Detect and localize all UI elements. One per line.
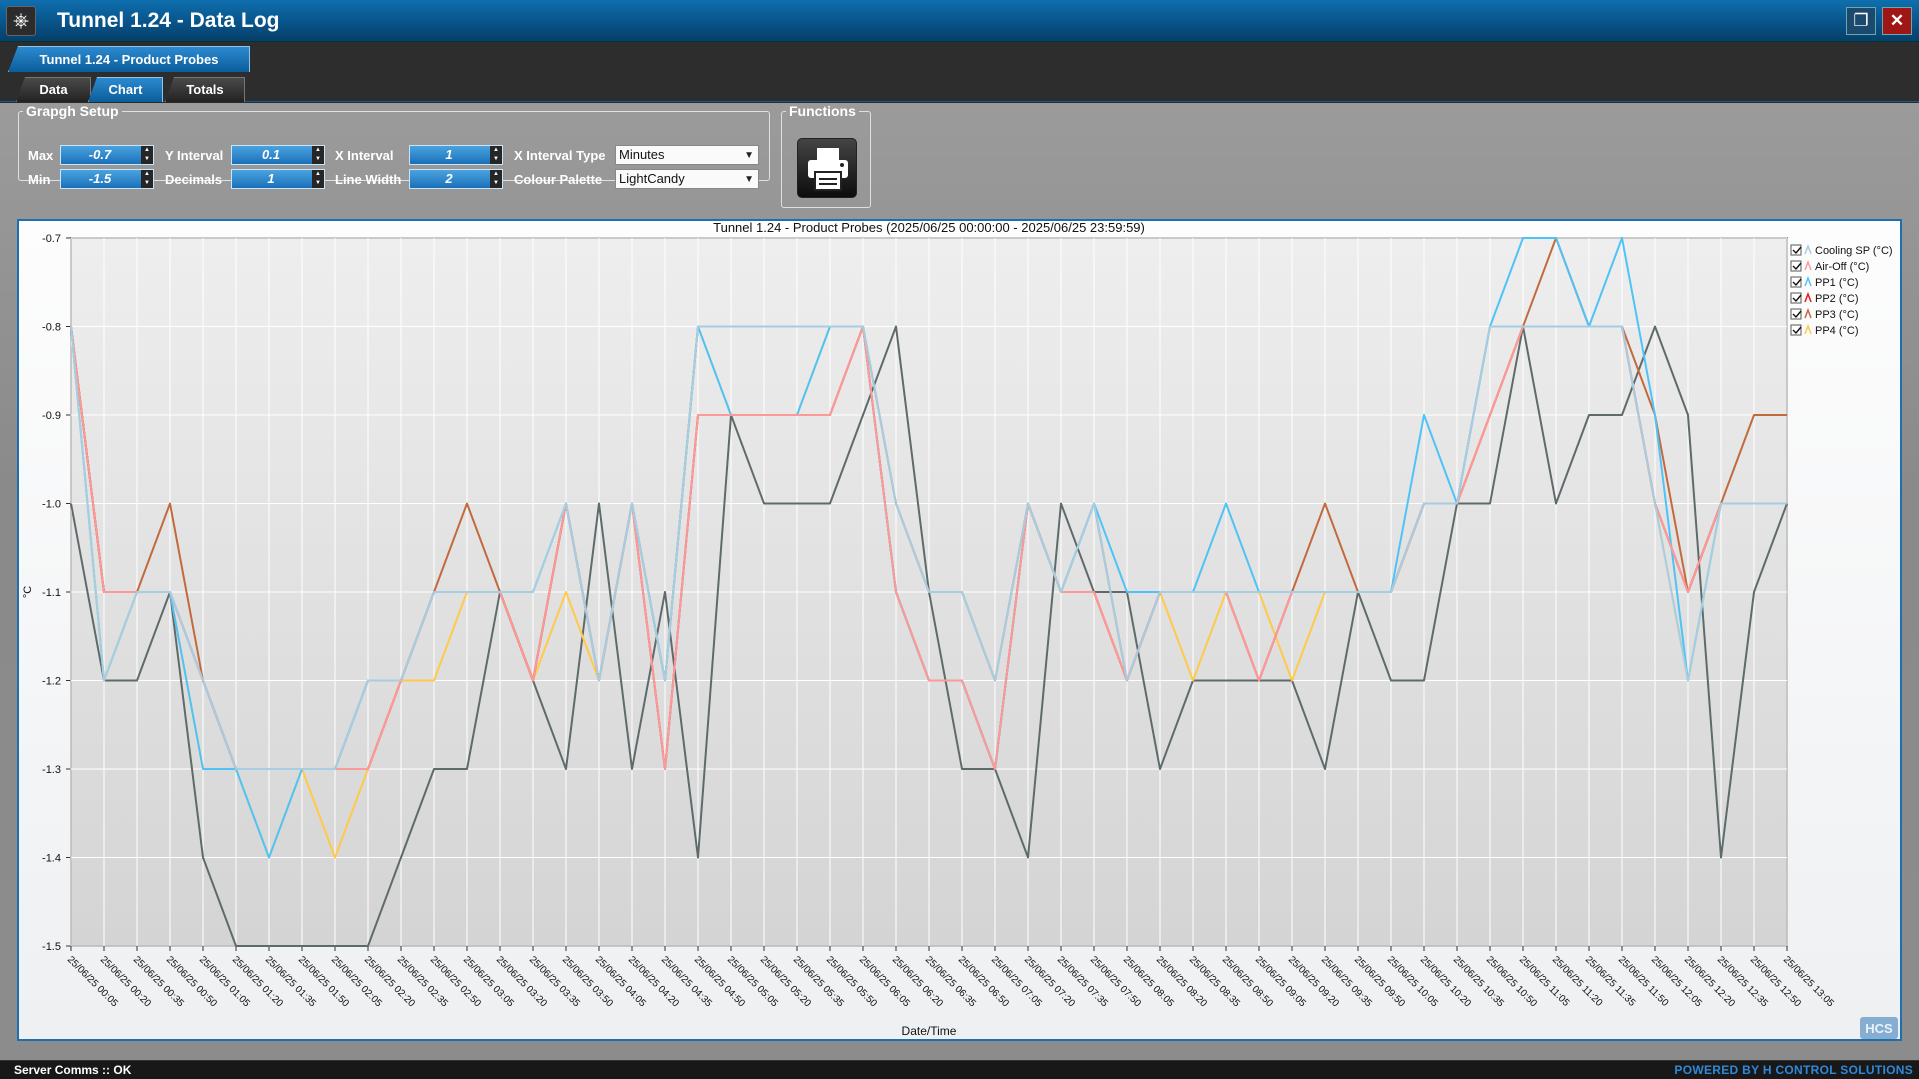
- tab-product-probes[interactable]: Tunnel 1.24 - Product Probes: [8, 46, 250, 72]
- status-bar: Server Comms :: OK POWERED BY H CONTROL …: [0, 1060, 1919, 1079]
- server-status-text: Server Comms :: OK: [14, 1063, 132, 1077]
- legend-label: PP3 (°C): [1815, 309, 1859, 321]
- y-tick-label: -1.5: [42, 941, 61, 953]
- restore-window-button[interactable]: ❐: [1846, 7, 1876, 35]
- legend-label: PP1 (°C): [1815, 277, 1859, 289]
- spinner-arrows-icon[interactable]: ▲ ▼: [490, 146, 502, 164]
- min-value: -1.5: [88, 171, 112, 186]
- dropdown-arrow-icon: ▼: [744, 150, 754, 161]
- sub-tab-bar: Data Chart Totals: [0, 72, 1919, 102]
- spinner-arrows-icon[interactable]: ▲ ▼: [490, 170, 502, 188]
- max-value: -0.7: [88, 147, 112, 162]
- x-interval-type-label: X Interval Type: [514, 148, 606, 163]
- y-interval-label: Y Interval: [165, 148, 224, 163]
- x-interval-type-value: Minutes: [619, 147, 665, 162]
- y-axis-label: °C: [22, 586, 34, 598]
- spinner-arrows-icon[interactable]: ▲ ▼: [141, 146, 153, 164]
- powered-by-text: POWERED BY H CONTROL SOLUTIONS: [1674, 1063, 1913, 1077]
- graph-setup-legend: Grapgh Setup: [26, 103, 119, 119]
- spinner-arrows-icon[interactable]: ▲ ▼: [141, 170, 153, 188]
- legend-label: Cooling SP (°C): [1815, 245, 1893, 257]
- line-width-spinner[interactable]: 2 ▲ ▼: [409, 169, 503, 189]
- y-tick-label: -0.9: [42, 410, 61, 422]
- colour-palette-value: LightCandy: [619, 171, 685, 186]
- chart-panel: Tunnel 1.24 - Product Probes (2025/06/25…: [17, 219, 1902, 1041]
- top-tab-bar: Tunnel 1.24 - Product Probes: [0, 42, 1919, 72]
- decimals-value: 1: [267, 171, 275, 186]
- legend-swatch: [1804, 323, 1812, 335]
- legend-label: Air-Off (°C): [1815, 261, 1869, 273]
- line-width-value: 2: [445, 171, 453, 186]
- colour-palette-label: Colour Palette: [514, 172, 603, 187]
- legend-swatch: [1804, 259, 1812, 271]
- x-interval-value: 1: [445, 147, 453, 162]
- x-interval-label: X Interval: [335, 148, 394, 163]
- y-interval-value: 0.1: [261, 147, 281, 162]
- hcs-logo-text: HCS: [1865, 1021, 1893, 1036]
- y-tick-label: -1.2: [42, 676, 61, 688]
- chart-title: Tunnel 1.24 - Product Probes (2025/06/25…: [713, 221, 1145, 235]
- x-interval-type-select[interactable]: Minutes ▼: [615, 145, 759, 165]
- tab-totals[interactable]: Totals: [165, 77, 245, 102]
- dropdown-arrow-icon: ▼: [744, 174, 754, 185]
- y-tick-label: -1.4: [42, 853, 61, 865]
- printer-icon: [808, 148, 848, 191]
- x-axis-label: Date/Time: [902, 1024, 957, 1038]
- app-logo-icon: ⎈: [6, 6, 36, 36]
- y-interval-spinner[interactable]: 0.1 ▲ ▼: [231, 145, 325, 165]
- y-tick-label: -1.1: [42, 587, 61, 599]
- line-chart: Tunnel 1.24 - Product Probes (2025/06/25…: [22, 221, 1898, 1039]
- max-label: Max: [28, 148, 54, 163]
- max-spinner[interactable]: -0.7 ▲ ▼: [60, 145, 154, 165]
- legend-swatch: [1804, 243, 1812, 255]
- legend-label: PP2 (°C): [1815, 293, 1859, 305]
- print-button[interactable]: [797, 138, 857, 198]
- legend-swatch: [1804, 307, 1812, 319]
- min-spinner[interactable]: -1.5 ▲ ▼: [60, 169, 154, 189]
- title-bar: ⎈ Tunnel 1.24 - Data Log ❐ ✕: [0, 0, 1919, 42]
- y-tick-label: -0.8: [42, 322, 61, 334]
- y-tick-label: -1.3: [42, 764, 61, 776]
- min-label: Min: [28, 172, 51, 187]
- functions-legend: Functions: [789, 103, 856, 119]
- x-interval-spinner[interactable]: 1 ▲ ▼: [409, 145, 503, 165]
- close-window-button[interactable]: ✕: [1882, 7, 1912, 35]
- tab-chart[interactable]: Chart: [88, 77, 163, 102]
- line-width-label: Line Width: [335, 172, 402, 187]
- legend-label: PP4 (°C): [1815, 325, 1859, 337]
- y-tick-label: -0.7: [42, 233, 61, 245]
- legend-swatch: [1804, 275, 1812, 287]
- window-title: Tunnel 1.24 - Data Log: [57, 9, 280, 32]
- colour-palette-select[interactable]: LightCandy ▼: [615, 169, 759, 189]
- decimals-label: Decimals: [165, 172, 223, 187]
- legend-swatch: [1804, 291, 1812, 303]
- tab-data[interactable]: Data: [16, 77, 91, 102]
- y-tick-label: -1.0: [42, 499, 61, 511]
- spinner-arrows-icon[interactable]: ▲ ▼: [312, 146, 324, 164]
- decimals-spinner[interactable]: 1 ▲ ▼: [231, 169, 325, 189]
- spinner-arrows-icon[interactable]: ▲ ▼: [312, 170, 324, 188]
